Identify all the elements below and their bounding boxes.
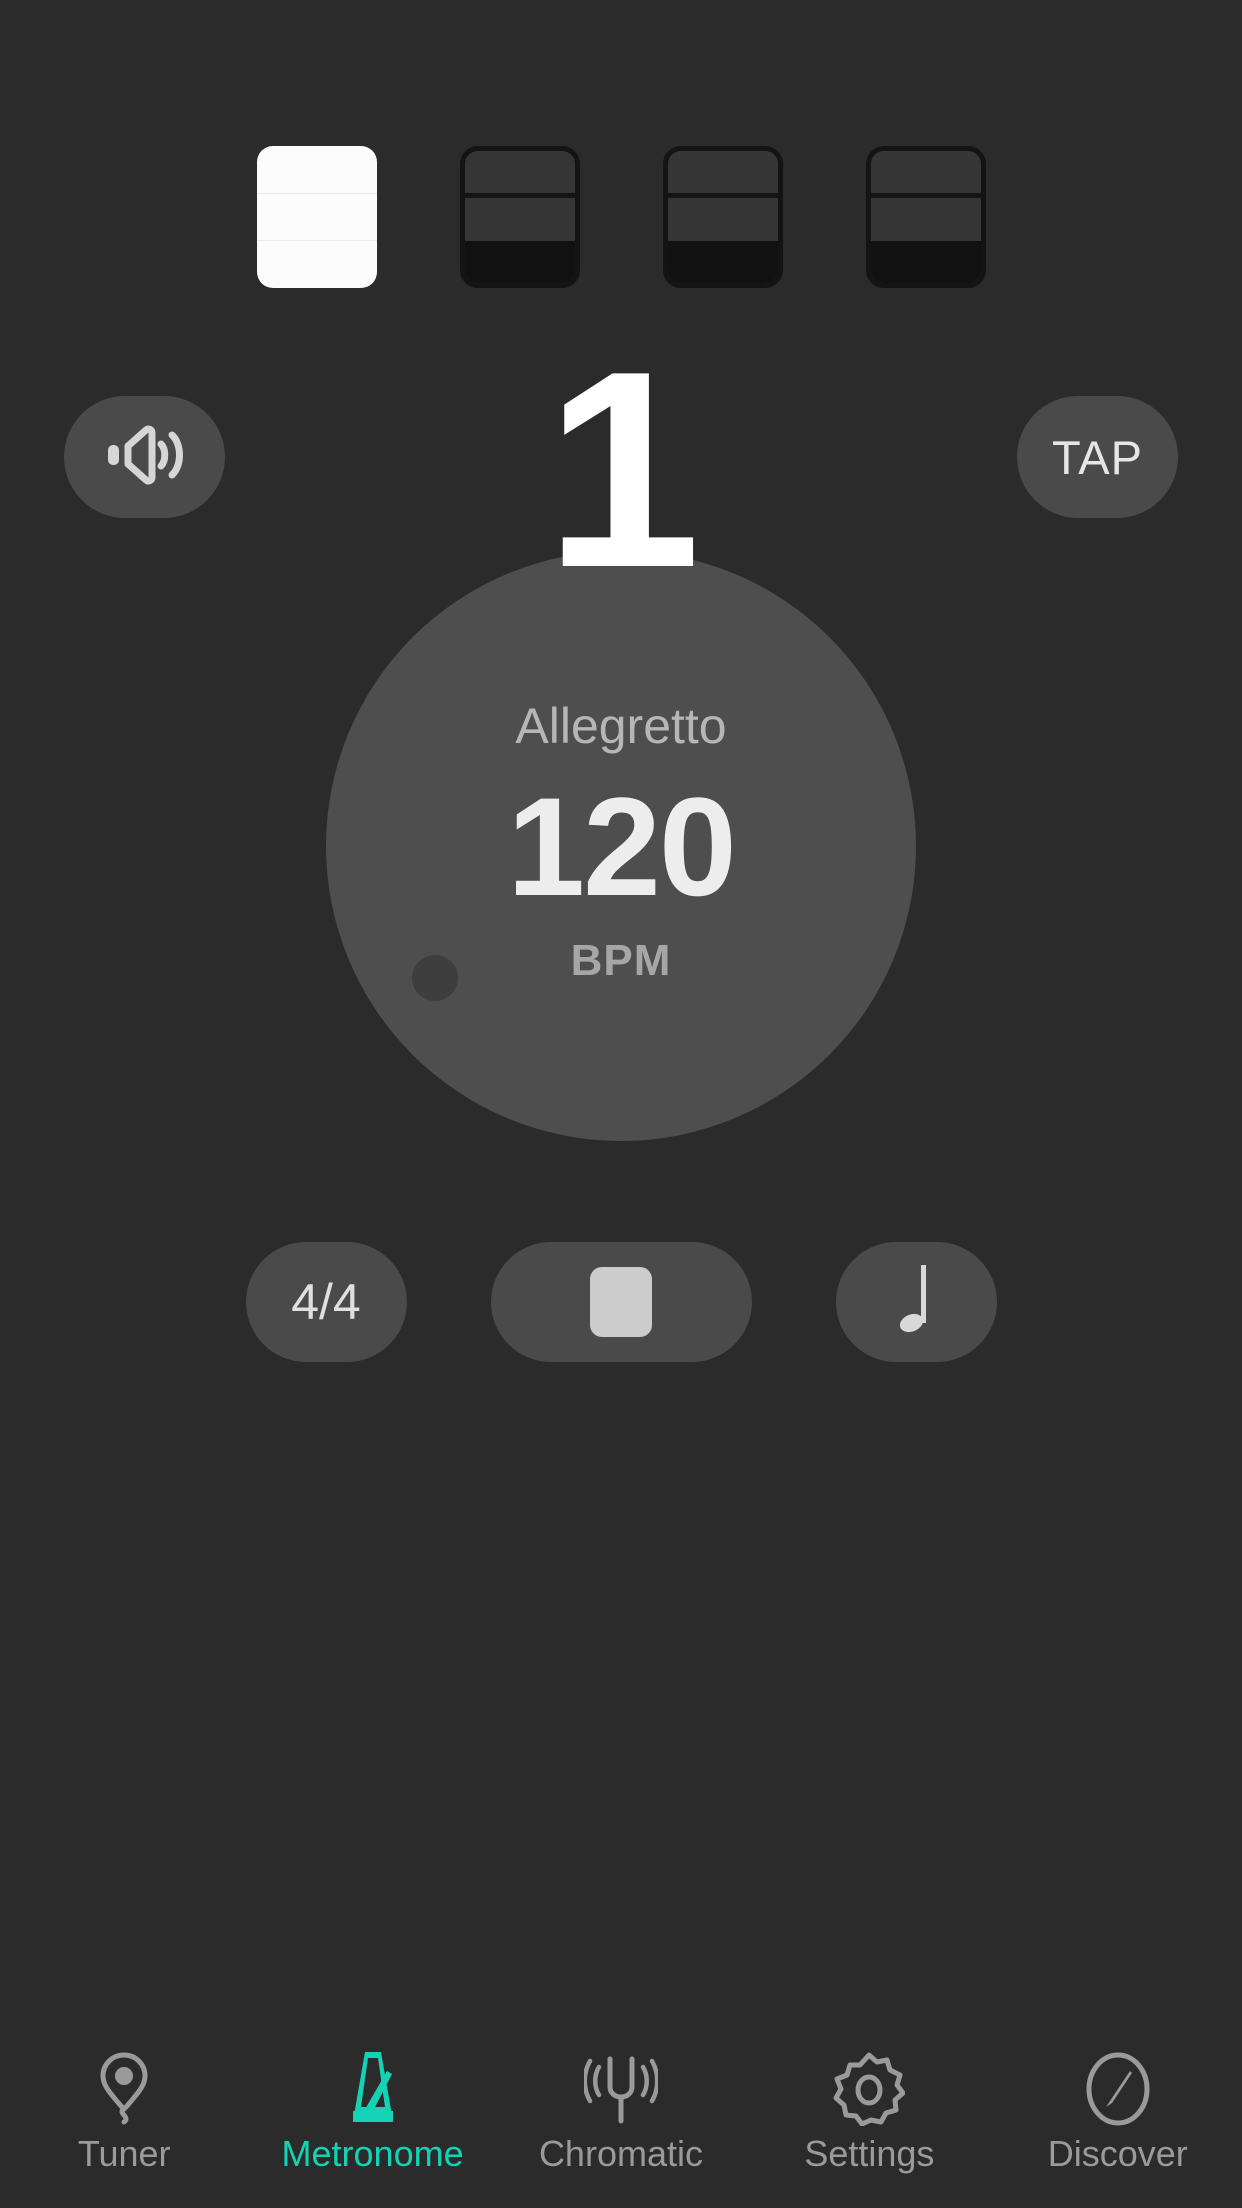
note-value-button[interactable] [835, 1242, 997, 1362]
metronome-icon [342, 2052, 404, 2126]
tempo-dial-wrapper: Allegretto 120 BPM [0, 551, 1242, 1141]
beat-indicator-1[interactable] [256, 146, 377, 288]
tap-tempo-button[interactable]: TAP [1017, 396, 1178, 518]
bpm-unit-label: BPM [570, 936, 672, 985]
nav-label-discover: Discover [1047, 2133, 1188, 2174]
tuning-fork-icon [583, 2052, 658, 2126]
metronome-screen: 1 TAP Allegretto 120 BPM 4/4 Tuner Metro… [0, 0, 1242, 2208]
beat-indicator-2[interactable] [459, 146, 580, 288]
nav-label-settings: Settings [804, 2133, 935, 2174]
transport-controls-row: 4/4 [0, 1242, 1242, 1362]
beat-segment-bottom [464, 240, 575, 283]
gear-icon [833, 2052, 906, 2126]
nav-label-metronome: Metronome [281, 2133, 464, 2174]
beat-segment-middle [667, 193, 778, 241]
beat-segment-middle [256, 194, 377, 242]
tempo-dial[interactable]: Allegretto 120 BPM [326, 551, 916, 1141]
nav-item-tuner[interactable]: Tuner [19, 2052, 229, 2172]
beat-indicator-3[interactable] [662, 146, 783, 288]
beat-segment-bottom [257, 241, 377, 288]
play-stop-button[interactable] [490, 1242, 752, 1362]
beat-segment-middle [870, 193, 981, 241]
tap-button-label: TAP [1052, 430, 1143, 484]
nav-item-chromatic[interactable]: Chromatic [516, 2052, 726, 2172]
stop-icon [590, 1267, 652, 1337]
speaker-volume-icon [106, 422, 184, 493]
nav-item-settings[interactable]: Settings [764, 2052, 974, 2172]
nav-item-metronome[interactable]: Metronome [268, 2052, 478, 2172]
beat-segment-middle [464, 193, 575, 241]
volume-button[interactable] [64, 396, 225, 518]
nav-label-tuner: Tuner [77, 2133, 171, 2174]
bottom-navigation: Tuner Metronome Chromatic Settings Disco… [0, 2036, 1242, 2208]
beat-indicator-4[interactable] [865, 146, 986, 288]
beat-segment-top [464, 151, 575, 194]
beat-segment-bottom [870, 240, 981, 283]
dial-handle-dot[interactable] [412, 955, 458, 1001]
beat-segment-top [870, 151, 981, 194]
nav-label-chromatic: Chromatic [538, 2133, 703, 2174]
time-signature-button[interactable]: 4/4 [245, 1242, 407, 1362]
tuner-pin-icon [93, 2052, 155, 2126]
tempo-marking-label: Allegretto [515, 698, 727, 754]
time-signature-label: 4/4 [291, 1274, 361, 1330]
quarter-note-icon [893, 1262, 939, 1343]
compass-icon [1084, 2052, 1152, 2126]
beat-segment-top [667, 151, 778, 194]
beat-segment-bottom [667, 240, 778, 283]
beat-indicator-row [0, 146, 1242, 288]
nav-item-discover[interactable]: Discover [1013, 2052, 1223, 2172]
beat-segment-top [256, 146, 377, 194]
bpm-value: 120 [507, 768, 737, 925]
